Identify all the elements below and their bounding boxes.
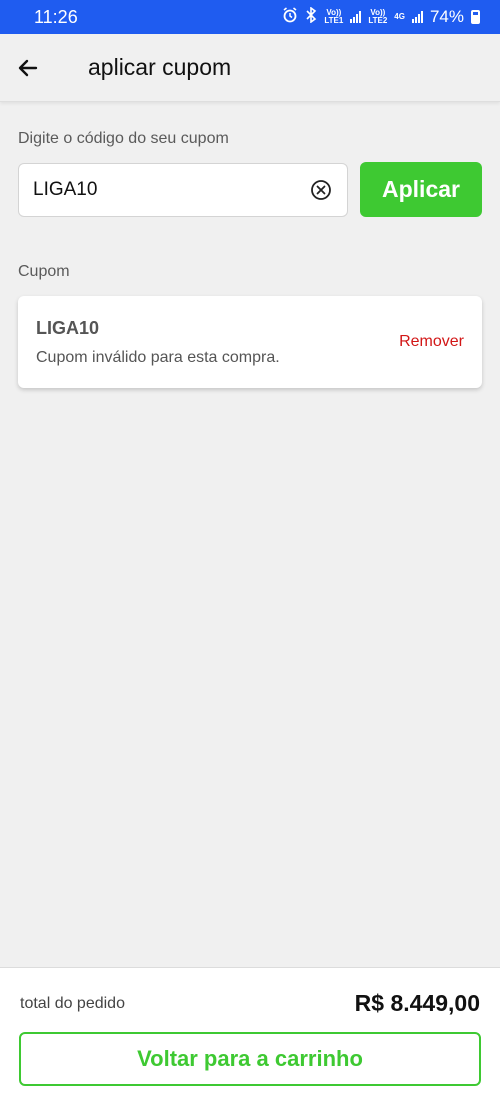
network-type: 4G	[394, 12, 405, 21]
back-to-cart-button[interactable]: Voltar para a carrinho	[19, 1032, 481, 1086]
battery-percent: 74%	[429, 7, 464, 26]
coupon-input-container	[18, 163, 348, 217]
clear-input-button[interactable]	[309, 178, 333, 202]
back-button[interactable]	[0, 40, 56, 96]
sim2-label: Vo)) LTE2	[368, 8, 388, 25]
arrow-left-icon	[18, 59, 38, 76]
order-footer: total do pedido R$ 8.449,00 Voltar para …	[0, 967, 500, 1111]
battery-icon	[471, 10, 480, 24]
signal-icon	[350, 11, 362, 23]
order-total-label: total do pedido	[20, 995, 125, 1012]
coupon-code: LIGA10	[36, 318, 100, 338]
alarm-icon	[282, 6, 298, 28]
status-icons: Vo)) LTE1 Vo)) LTE2 4G 74%	[282, 5, 480, 28]
page-title: aplicar cupom	[88, 54, 232, 80]
bluetooth-icon	[305, 5, 317, 28]
sim1-label: Vo)) LTE1	[324, 8, 344, 25]
coupon-section-label: Cupom	[18, 263, 70, 280]
coupon-input-label: Digite o código do seu cupom	[18, 130, 229, 147]
app-bar: aplicar cupom	[0, 34, 500, 102]
circle-x-icon	[311, 180, 331, 200]
apply-button[interactable]: Aplicar	[360, 162, 482, 217]
remove-coupon-button[interactable]: Remover	[399, 333, 464, 351]
coupon-error-message: Cupom inválido para esta compra.	[36, 349, 280, 366]
coupon-input[interactable]	[33, 179, 309, 201]
status-time: 11:26	[34, 6, 78, 27]
signal-icon	[411, 11, 423, 23]
status-bar: 11:26 Vo)) LTE1 Vo)) LTE2 4G 74%	[0, 0, 500, 34]
coupon-card: LIGA10 Cupom inválido para esta compra. …	[18, 296, 482, 388]
order-total-value: R$ 8.449,00	[354, 990, 480, 1016]
